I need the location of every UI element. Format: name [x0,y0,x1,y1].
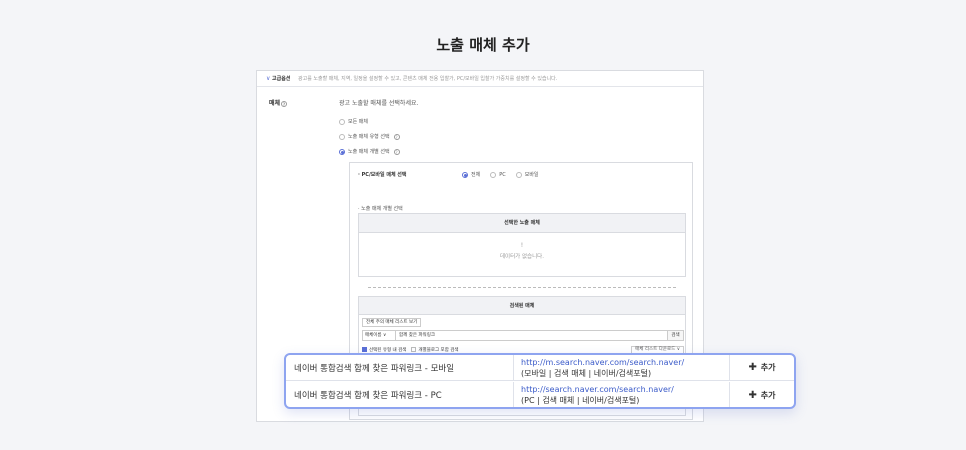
result-row: 네이버 통합검색 함께 찾은 파워링크 - 모바일 http://m.searc… [286,355,794,381]
help-icon[interactable]: ? [393,148,400,155]
radio-media-individual[interactable]: 노출 매체 개별 선택 ? [339,148,400,155]
divider [368,287,676,288]
result-name: 네이버 통합검색 함께 찾은 파워링크 - 모바일 [294,363,455,374]
radio-all-media[interactable]: 모든 매체 [339,118,368,125]
result-category: (PC | 검색 매체 | 네이버/검색포털) [521,396,640,405]
chevron-down-icon: ∨ [266,75,271,82]
advanced-options-label: 고급옵션 [272,76,291,82]
selected-media-header: 선택한 노출 매체 [359,214,685,233]
radio-button-selected[interactable] [339,148,345,155]
result-row: 네이버 통합검색 함께 찾은 파워링크 - PC http://search.n… [286,382,794,407]
device-option-mobile[interactable]: 모바일 [515,171,539,178]
selected-media-table: 선택한 노출 매체 ! 데이터가 없습니다. [358,213,686,277]
search-bar: 매체이름 ∨ 함께 찾은 파워링크 검색 [362,330,684,341]
device-select-label: · PC/모바일 매체 선택 [358,172,407,178]
radio-label: 전체 [471,172,481,178]
individual-select-label: · 노출 매체 개별 선택 [358,206,403,212]
radio-label: 모든 매체 [348,119,368,125]
radio-label: PC [499,171,506,178]
result-name: 네이버 통합검색 함께 찾은 파워링크 - PC [294,391,442,401]
radio-button-selected[interactable] [462,171,468,178]
empty-message: 데이터가 없습니다. [500,254,544,260]
chevron-down-icon: ∨ [676,346,680,352]
add-button[interactable]: ✚ 추가 [730,390,794,401]
radio-button[interactable] [339,133,345,140]
result-category: (모바일 | 검색 매체 | 네이버/검색포털) [521,368,652,378]
search-input[interactable]: 함께 찾은 파워링크 [396,330,668,341]
advanced-options-toggle[interactable]: ∨ 고급옵션 광고를 노출할 매체, 지역, 일정을 설정할 수 있고, 콘텐츠… [257,71,703,87]
checkbox[interactable] [411,347,417,352]
media-label-text: 매체 [269,100,281,107]
select-value: 매체이름 [365,333,382,338]
result-url-cell: http://m.search.naver.com/search.naver/ … [513,355,730,380]
add-label: 추가 [760,390,776,400]
media-description: 광고 노출할 매체를 선택하세요. [339,100,419,107]
help-icon[interactable]: ? [393,133,400,140]
radio-button[interactable] [490,171,497,178]
device-option-pc[interactable]: PC [490,171,506,178]
radio-media-type[interactable]: 노출 매체 유형 선택 ? [339,133,400,140]
result-url[interactable]: http://search.naver.com/search.naver/ [521,384,729,395]
radio-label: 노출 매체 개별 선택 [348,149,390,155]
chevron-down-icon: ∨ [383,333,387,338]
search-type-select[interactable]: 매체이름 ∨ [362,330,396,341]
checkbox-label: 개별블로그 포함 검색 [418,347,459,353]
radio-button[interactable] [515,171,522,178]
radio-button[interactable] [339,118,345,125]
search-button[interactable]: 검색 [668,330,684,341]
checkbox-checked[interactable] [362,347,367,352]
media-label: 매체? [269,98,288,107]
view-all-media-button[interactable]: 전체 주의 매체 리스트 보기 [362,318,422,327]
radio-label: 노출 매체 유형 선택 [348,134,390,140]
plus-icon: ✚ [748,389,757,401]
info-icon: ! [520,242,524,249]
result-url[interactable]: http://m.search.naver.com/search.naver/ [521,357,729,368]
download-label: 매체 리스트 다운로드 [635,346,676,352]
checkbox-label: 선택된 유형 내 검색 [369,347,407,353]
plus-icon: ✚ [748,362,757,373]
search-media-header: 검색된 매체 [359,297,685,315]
help-icon[interactable]: ? [281,100,288,107]
advanced-options-description: 광고를 노출할 매체, 지역, 일정을 설정할 수 있고, 콘텐츠 매체 전용 … [298,76,558,82]
result-url-cell: http://search.naver.com/search.naver/ (P… [513,382,730,407]
add-button[interactable]: ✚ 추가 [730,362,794,373]
device-options: 전체 PC 모바일 [462,171,539,178]
add-label: 추가 [760,363,776,372]
search-result-popup: 네이버 통합검색 함께 찾은 파워링크 - 모바일 http://m.searc… [284,353,796,409]
radio-label: 모바일 [524,172,539,178]
device-option-all[interactable]: 전체 [462,171,480,178]
page-title: 노출 매체 추가 [436,36,530,54]
